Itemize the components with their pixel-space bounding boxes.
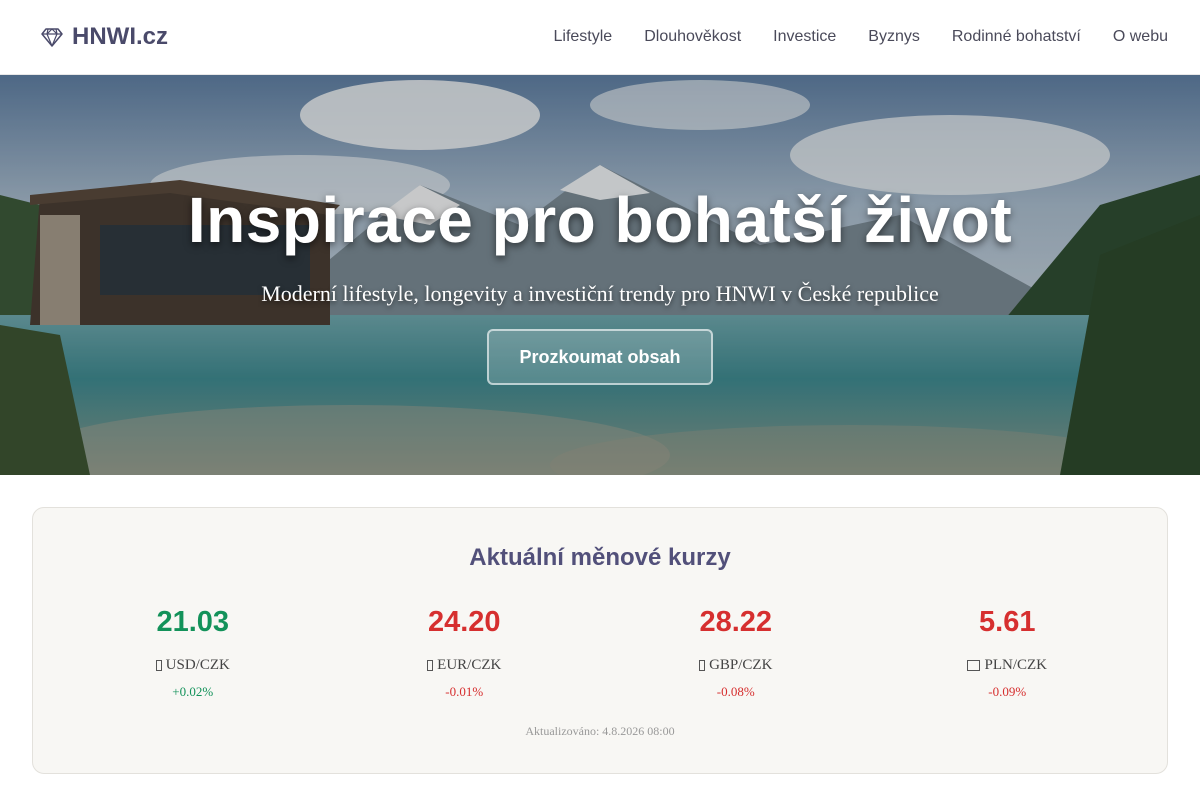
rate-pair-label: PLN/CZK: [984, 657, 1047, 673]
logo-text: HNWI.cz: [72, 23, 168, 50]
rate-pln-czk: 5.61 PLN/CZK -0.09%: [872, 606, 1144, 700]
rate-pair-label: USD/CZK: [165, 657, 230, 673]
rate-pair: PLN/CZK: [967, 657, 1047, 674]
hero-section: Inspirace pro bohatší život Moderní life…: [0, 75, 1200, 475]
last-updated-text: Aktualizováno: 4.8.2026 08:00: [525, 724, 675, 738]
hero-content: Inspirace pro bohatší život Moderní life…: [0, 75, 1200, 475]
site-header: HNWI.cz Lifestyle Dlouhověkost Investice…: [0, 0, 1200, 75]
logo[interactable]: HNWI.cz: [40, 23, 168, 51]
rate-pair: EUR/CZK: [427, 657, 501, 674]
rate-value: 5.61: [979, 606, 1036, 638]
explore-content-button[interactable]: Prozkoumat obsah: [487, 329, 713, 385]
hero-subtitle: Moderní lifestyle, longevity a investičn…: [261, 281, 939, 306]
rate-change: -0.09%: [988, 684, 1027, 699]
flag-icon: [967, 660, 981, 671]
rate-usd-czk: 21.03 USD/CZK +0.02%: [57, 606, 329, 700]
main-nav: Lifestyle Dlouhověkost Investice Byznys …: [554, 28, 1169, 46]
diamond-icon: [41, 28, 63, 47]
rate-pair: GBP/CZK: [699, 657, 772, 674]
rate-gbp-czk: 28.22 GBP/CZK -0.08%: [600, 606, 872, 700]
hero-title: Inspirace pro bohatší život: [187, 184, 1013, 256]
nav-item-dlouhovekost[interactable]: Dlouhověkost: [644, 28, 741, 46]
flag-icon: [155, 660, 162, 671]
rates-section: Aktuální měnové kurzy 21.03 USD/CZK +0.0…: [0, 475, 1200, 774]
rates-title: Aktuální měnové kurzy: [469, 544, 731, 571]
nav-item-byznys[interactable]: Byznys: [868, 28, 920, 46]
nav-item-investice[interactable]: Investice: [773, 28, 836, 46]
rates-row: 21.03 USD/CZK +0.02% 24.20 EUR/CZK -0.01…: [57, 606, 1143, 700]
rate-pair: USD/CZK: [155, 657, 230, 674]
exchange-rates-card: Aktuální měnové kurzy 21.03 USD/CZK +0.0…: [32, 507, 1168, 774]
nav-item-lifestyle[interactable]: Lifestyle: [554, 28, 613, 46]
rate-value: 28.22: [699, 606, 773, 638]
rate-change: -0.01%: [445, 684, 484, 699]
rate-eur-czk: 24.20 EUR/CZK -0.01%: [329, 606, 601, 700]
nav-item-rodinne-bohatstvi[interactable]: Rodinné bohatství: [952, 28, 1081, 46]
flag-icon: [699, 660, 706, 671]
flag-icon: [427, 660, 434, 671]
rate-value: 21.03: [156, 606, 230, 638]
rate-pair-label: GBP/CZK: [709, 657, 773, 673]
rate-change: +0.02%: [172, 684, 214, 699]
rate-change: -0.08%: [716, 684, 755, 699]
nav-item-o-webu[interactable]: O webu: [1113, 28, 1168, 46]
rate-value: 24.20: [427, 606, 501, 638]
rate-pair-label: EUR/CZK: [437, 657, 502, 673]
